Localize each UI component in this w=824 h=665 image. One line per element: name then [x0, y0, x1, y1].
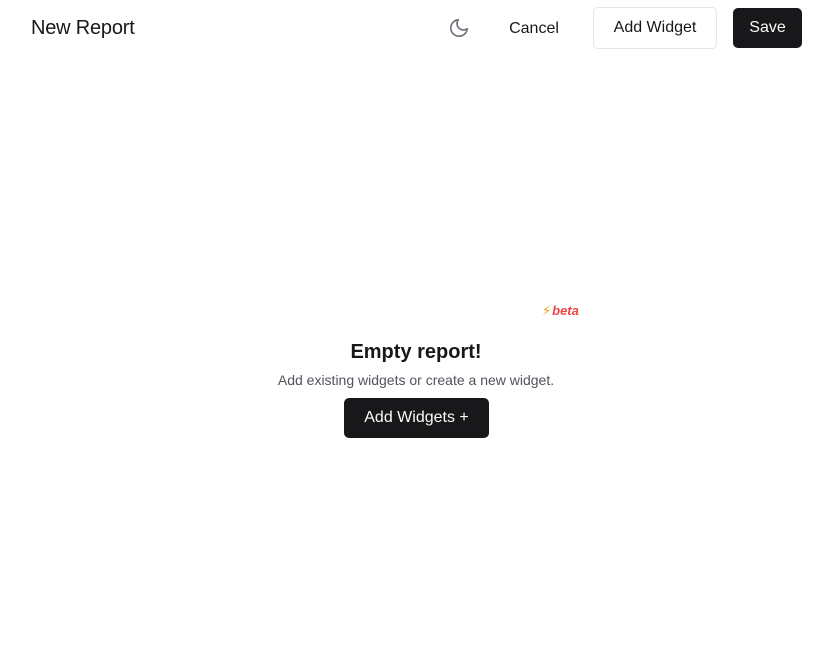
- save-button[interactable]: Save: [733, 8, 802, 48]
- cancel-button[interactable]: Cancel: [493, 8, 575, 49]
- lightning-icon: ⚡: [542, 303, 552, 318]
- add-widget-button[interactable]: Add Widget: [593, 7, 717, 49]
- moon-icon: [449, 18, 469, 38]
- header-bar: New Report Cancel Add Widget Save: [0, 0, 824, 56]
- empty-state: ⚡beta Empty report! Add existing widgets…: [0, 300, 824, 450]
- add-widget-button-label: Add Widget: [613, 19, 697, 36]
- beta-badge: ⚡beta: [542, 303, 579, 319]
- save-button-label: Save: [749, 19, 786, 36]
- cancel-button-label: Cancel: [509, 19, 559, 37]
- page-title: New Report: [31, 17, 135, 39]
- beta-badge-label: beta: [552, 303, 579, 318]
- empty-state-title: Empty report!: [350, 341, 482, 363]
- report-page: New Report Cancel Add Widget Save ⚡beta …: [0, 0, 824, 665]
- add-widgets-button-label: Add Widgets +: [364, 409, 469, 426]
- empty-state-subtitle: Add existing widgets or create a new wid…: [277, 372, 555, 388]
- theme-toggle-button[interactable]: [444, 13, 474, 43]
- add-widgets-button[interactable]: Add Widgets +: [344, 398, 489, 438]
